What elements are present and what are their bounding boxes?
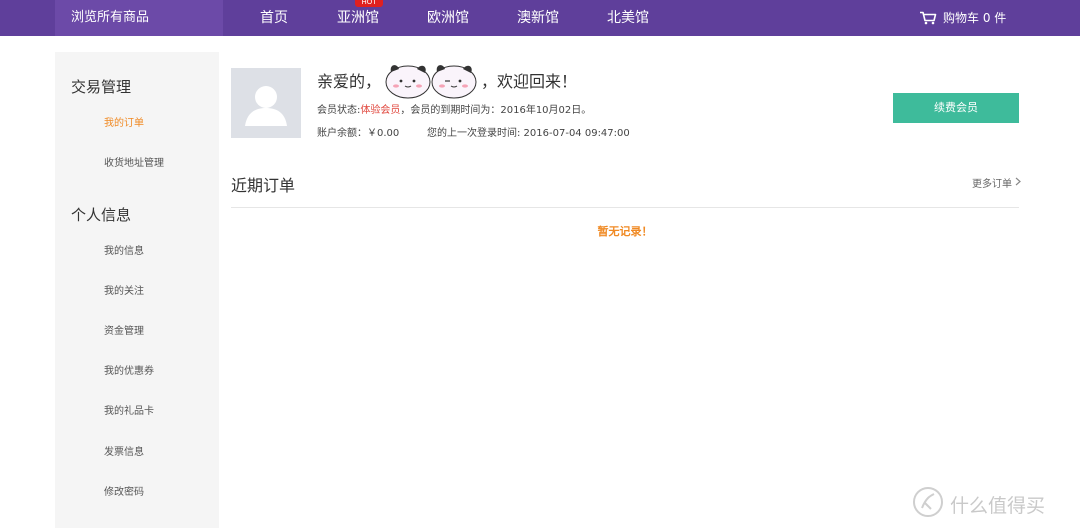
- cart-button[interactable]: 购物车 0 件: [919, 0, 1006, 36]
- nav-north-america[interactable]: 北美馆: [607, 0, 649, 36]
- sidebar-item-invoice[interactable]: 发票信息: [104, 443, 144, 458]
- sidebar-item-my-follows[interactable]: 我的关注: [104, 282, 144, 297]
- watermark-logo-icon: [912, 486, 944, 523]
- welcome-greeting: 亲爱的， ，欢迎回来！: [317, 64, 578, 99]
- hot-badge: HOT: [355, 0, 383, 7]
- account-sidebar: 交易管理 我的订单 收货地址管理 个人信息 我的信息 我的关注 资金管理 我的优…: [55, 52, 219, 528]
- sidebar-heading-trade: 交易管理: [71, 78, 132, 96]
- sidebar-item-address[interactable]: 收货地址管理: [104, 154, 164, 169]
- no-records-message: 暂无记录！: [597, 225, 653, 238]
- sidebar-item-my-info[interactable]: 我的信息: [104, 242, 144, 257]
- greeting-suffix: ，欢迎回来！: [481, 72, 578, 91]
- last-login-time: 您的上一次登录时间: 2016-07-04 09:47:00: [427, 128, 630, 139]
- greeting-prefix: 亲爱的，: [317, 72, 382, 91]
- username-stickers: [383, 60, 479, 100]
- cart-icon: [919, 11, 937, 25]
- chevron-right-icon: [1015, 177, 1021, 189]
- sidebar-item-my-orders[interactable]: 我的订单: [104, 114, 144, 129]
- cart-label: 购物车 0 件: [943, 11, 1007, 25]
- sidebar-item-change-password[interactable]: 修改密码: [104, 483, 144, 498]
- nav-australia-nz[interactable]: 澳新馆: [517, 0, 559, 36]
- member-status-value: 体验会员: [360, 105, 401, 116]
- top-nav-bar: 浏览所有商品 首页 亚洲馆 HOT 欧洲馆 澳新馆 北美馆 购物车 0 件: [0, 0, 1080, 36]
- sidebar-item-gift-cards[interactable]: 我的礼品卡: [104, 402, 154, 417]
- watermark-text: 什么值得买: [950, 495, 1046, 517]
- user-silhouette-icon: [245, 86, 287, 126]
- site-watermark: 什么值得买: [912, 486, 1045, 523]
- sidebar-item-coupons[interactable]: 我的优惠券: [104, 362, 154, 377]
- sidebar-item-funds[interactable]: 资金管理: [104, 322, 144, 337]
- panda-sticker-icon: [385, 65, 477, 99]
- browse-all-products-button[interactable]: 浏览所有商品: [55, 0, 223, 36]
- account-balance: 账户余额：￥0.00: [317, 128, 400, 139]
- renew-membership-button[interactable]: 续费会员: [893, 93, 1019, 123]
- sidebar-heading-personal: 个人信息: [71, 206, 132, 224]
- member-status-line: 会员状态:体验会员，会员的到期时间为：2016年10月02日。: [317, 101, 591, 116]
- more-orders-label: 更多订单: [972, 179, 1012, 190]
- more-orders-link[interactable]: 更多订单: [972, 175, 1021, 190]
- nav-home[interactable]: 首页: [260, 0, 288, 36]
- recent-orders-title: 近期订单: [231, 176, 296, 195]
- orders-divider: [231, 207, 1019, 208]
- nav-europe[interactable]: 欧洲馆: [427, 0, 469, 36]
- avatar: [231, 68, 301, 138]
- member-expire-text: ，会员的到期时间为：2016年10月02日。: [400, 105, 592, 116]
- member-status-label: 会员状态:: [317, 105, 361, 116]
